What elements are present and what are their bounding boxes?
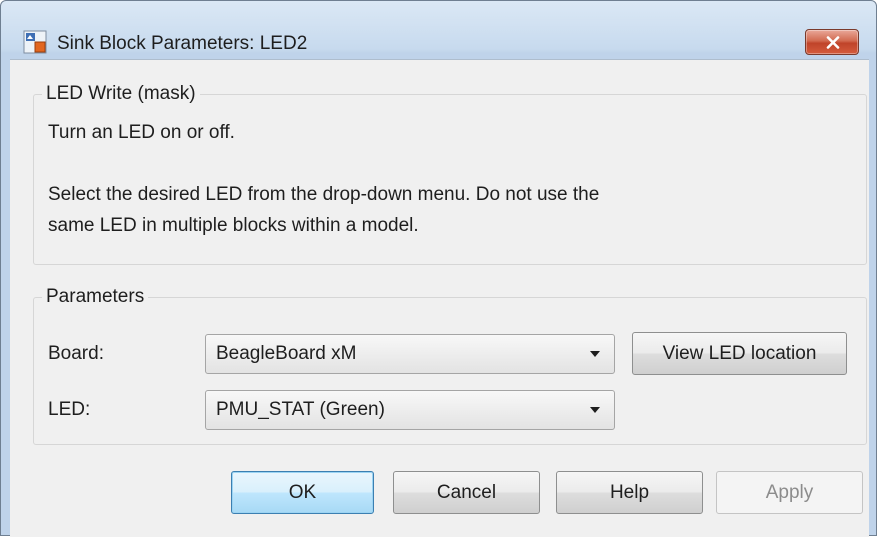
board-label: Board: xyxy=(48,343,104,364)
simulink-block-icon xyxy=(23,30,47,54)
board-dropdown[interactable]: BeagleBoard xM xyxy=(205,334,615,374)
view-led-location-button[interactable]: View LED location xyxy=(632,332,847,375)
description-line: same LED in multiple blocks within a mod… xyxy=(48,215,419,236)
close-button[interactable] xyxy=(805,29,859,55)
description-line: Turn an LED on or off. xyxy=(48,122,235,143)
led-dropdown[interactable]: PMU_STAT (Green) xyxy=(205,390,615,430)
title-bar[interactable]: Sink Block Parameters: LED2 xyxy=(1,1,876,55)
board-dropdown-value: BeagleBoard xM xyxy=(216,343,357,364)
dialog-window: Sink Block Parameters: LED2 LED Write (m… xyxy=(0,0,877,537)
led-label: LED: xyxy=(48,399,91,420)
ok-button[interactable]: OK xyxy=(231,471,374,514)
chevron-down-icon xyxy=(590,407,600,413)
parameters-group: Parameters Board: BeagleBoard xM View LE… xyxy=(33,286,867,445)
apply-button-label: Apply xyxy=(765,481,814,503)
help-button[interactable]: Help xyxy=(556,471,703,514)
description-line: Select the desired LED from the drop-dow… xyxy=(48,184,600,205)
cancel-button[interactable]: Cancel xyxy=(393,471,540,514)
help-button-label: Help xyxy=(609,481,650,503)
group-title: LED Write (mask) xyxy=(42,83,200,105)
ok-button-label: OK xyxy=(288,481,317,503)
chevron-down-icon xyxy=(590,351,600,357)
view-led-location-label: View LED location xyxy=(662,342,817,364)
dialog-body: LED Write (mask) Turn an LED on or off. … xyxy=(10,59,869,537)
cancel-button-label: Cancel xyxy=(436,481,497,503)
close-icon xyxy=(826,36,840,49)
group-title: Parameters xyxy=(42,286,149,308)
apply-button[interactable]: Apply xyxy=(716,471,863,514)
led-dropdown-value: PMU_STAT (Green) xyxy=(216,399,385,420)
mask-description-group: LED Write (mask) Turn an LED on or off. … xyxy=(33,83,867,265)
window-title: Sink Block Parameters: LED2 xyxy=(57,33,308,54)
